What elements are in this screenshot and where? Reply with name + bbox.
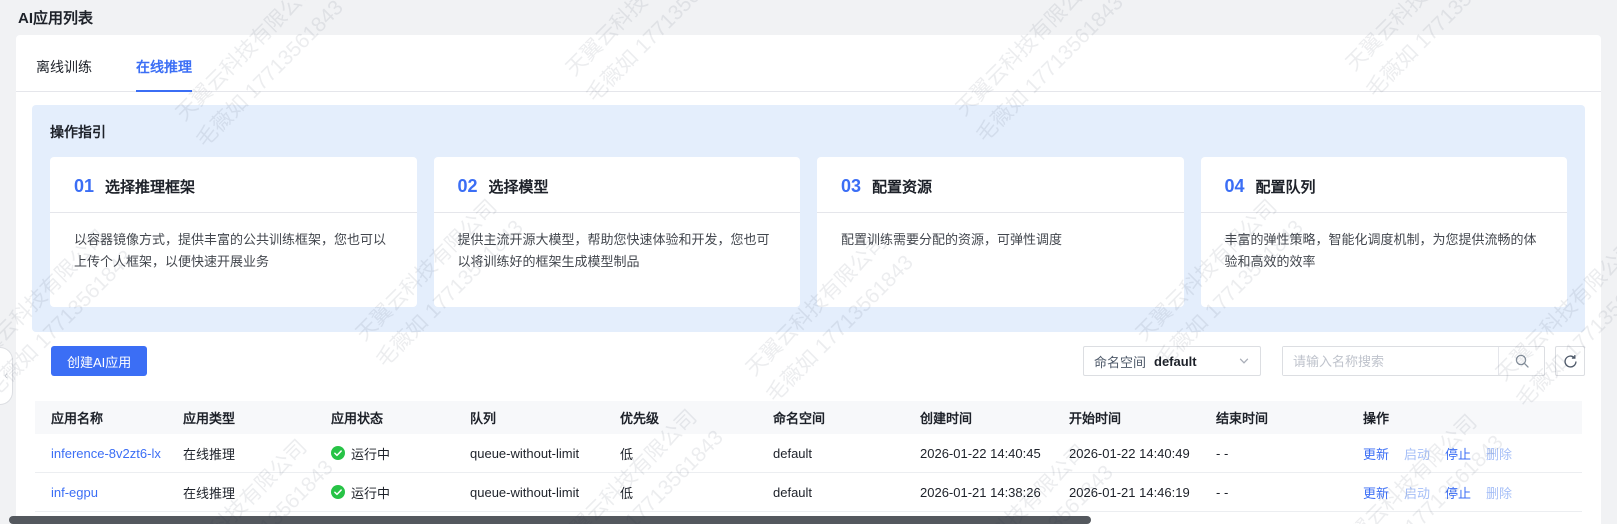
col-header-end-time: 结束时间 <box>1216 408 1363 427</box>
status-text: 运行中 <box>351 483 390 502</box>
col-header-queue: 队列 <box>470 408 620 427</box>
guide-card-3-header: 03 配置资源 <box>817 157 1184 213</box>
namespace-cell: default <box>773 485 920 500</box>
namespace-cell: default <box>773 446 920 461</box>
start-time-cell: 2026-01-21 14:46:19 <box>1069 485 1216 500</box>
start-time-cell: 2026-01-22 14:40:49 <box>1069 446 1216 461</box>
refresh-button[interactable] <box>1555 346 1585 376</box>
col-header-app-type: 应用类型 <box>183 408 331 427</box>
col-header-priority: 优先级 <box>620 408 773 427</box>
priority-cell: 低 <box>620 483 773 502</box>
guide-card-4-header: 04 配置队列 <box>1201 157 1568 213</box>
priority-cell: 低 <box>620 444 773 463</box>
operations-cell: 更新 启动 停止 删除 <box>1363 483 1582 502</box>
col-header-namespace: 命名空间 <box>773 408 920 427</box>
queue-cell: queue-without-limit <box>470 485 620 500</box>
chevron-down-icon <box>1238 355 1250 367</box>
status-running-icon <box>331 446 345 460</box>
guide-card-1: 01 选择推理框架 以容器镜像方式，提供丰富的公共训练框架，您也可以上传个人框架… <box>50 157 417 307</box>
guide-card-3: 03 配置资源 配置训练需要分配的资源，可弹性调度 <box>817 157 1184 307</box>
app-type-cell: 在线推理 <box>183 444 331 463</box>
namespace-select-label: 命名空间 <box>1094 352 1146 371</box>
delete-action[interactable]: 删除 <box>1486 483 1512 502</box>
guide-card-4-title: 配置队列 <box>1256 176 1316 197</box>
start-action[interactable]: 启动 <box>1404 483 1430 502</box>
app-type-cell: 在线推理 <box>183 483 331 502</box>
create-ai-app-button[interactable]: 创建AI应用 <box>51 346 147 376</box>
guide-card-1-title: 选择推理框架 <box>105 176 195 197</box>
guide-card-2-number: 02 <box>458 176 478 197</box>
guide-card-1-description: 以容器镜像方式，提供丰富的公共训练框架，您也可以上传个人框架，以便快速开展业务 <box>50 213 417 273</box>
operations-cell: 更新 启动 停止 删除 <box>1363 444 1582 463</box>
col-header-created-time: 创建时间 <box>920 408 1069 427</box>
tab-bar: 离线训练 在线推理 <box>16 35 1601 92</box>
page-title: AI应用列表 <box>18 7 93 28</box>
guide-card-2-header: 02 选择模型 <box>434 157 801 213</box>
table-row: inf-egpu 在线推理 运行中 queue-without-limit 低 … <box>35 473 1582 512</box>
end-time-cell: - - <box>1216 485 1363 500</box>
guide-title: 操作指引 <box>50 122 1567 142</box>
guide-card-2: 02 选择模型 提供主流开源大模型，帮助您快速体验和开发，您也可以将训练好的框架… <box>434 157 801 307</box>
guide-card-1-header: 01 选择推理框架 <box>50 157 417 213</box>
guide-card-2-title: 选择模型 <box>489 176 549 197</box>
created-time-cell: 2026-01-22 14:40:45 <box>920 446 1069 461</box>
guide-cards: 01 选择推理框架 以容器镜像方式，提供丰富的公共训练框架，您也可以上传个人框架… <box>50 157 1567 307</box>
status-running-icon <box>331 485 345 499</box>
guide-card-4: 04 配置队列 丰富的弹性策略，智能化调度机制，为您提供流畅的体验和高效的效率 <box>1201 157 1568 307</box>
col-header-app-name: 应用名称 <box>35 408 183 427</box>
col-header-app-status: 应用状态 <box>331 408 470 427</box>
stop-action[interactable]: 停止 <box>1445 483 1471 502</box>
queue-cell: queue-without-limit <box>470 446 620 461</box>
search-icon <box>1514 353 1530 369</box>
stop-action[interactable]: 停止 <box>1445 444 1471 463</box>
search-input[interactable] <box>1283 347 1498 375</box>
table-header-row: 应用名称 应用类型 应用状态 队列 优先级 命名空间 创建时间 开始时间 结束时… <box>35 401 1582 434</box>
app-status-cell: 运行中 <box>331 483 470 502</box>
guide-card-1-number: 01 <box>74 176 94 197</box>
col-header-start-time: 开始时间 <box>1069 408 1216 427</box>
search-box <box>1282 346 1545 376</box>
delete-action[interactable]: 删除 <box>1486 444 1512 463</box>
guide-card-2-description: 提供主流开源大模型，帮助您快速体验和开发，您也可以将训练好的框架生成模型制品 <box>434 213 801 273</box>
guide-card-4-description: 丰富的弹性策略，智能化调度机制，为您提供流畅的体验和高效的效率 <box>1201 213 1568 273</box>
start-action[interactable]: 启动 <box>1404 444 1430 463</box>
guide-card-4-number: 04 <box>1225 176 1245 197</box>
end-time-cell: - - <box>1216 446 1363 461</box>
refresh-icon <box>1563 354 1578 369</box>
update-action[interactable]: 更新 <box>1363 444 1389 463</box>
toolbar: 创建AI应用 命名空间 default <box>32 346 1585 376</box>
tab-online-inference[interactable]: 在线推理 <box>136 57 192 91</box>
search-button[interactable] <box>1498 347 1544 375</box>
tab-offline-training[interactable]: 离线训练 <box>36 57 92 91</box>
app-name-link[interactable]: inference-8v2zt6-lx <box>51 446 161 461</box>
namespace-select-value: default <box>1154 354 1238 369</box>
app-status-cell: 运行中 <box>331 444 470 463</box>
created-time-cell: 2026-01-21 14:38:26 <box>920 485 1069 500</box>
namespace-select[interactable]: 命名空间 default <box>1083 346 1261 376</box>
main-panel: 离线训练 在线推理 操作指引 01 选择推理框架 以容器镜像方式，提供丰富的公共… <box>16 35 1601 524</box>
update-action[interactable]: 更新 <box>1363 483 1389 502</box>
status-text: 运行中 <box>351 444 390 463</box>
horizontal-scrollbar-thumb[interactable] <box>9 516 1091 524</box>
guide-card-3-description: 配置训练需要分配的资源，可弹性调度 <box>817 213 1184 251</box>
horizontal-scrollbar <box>0 515 1617 524</box>
table-row: inference-8v2zt6-lx 在线推理 运行中 queue-witho… <box>35 434 1582 473</box>
applications-table: 应用名称 应用类型 应用状态 队列 优先级 命名空间 创建时间 开始时间 结束时… <box>35 401 1582 512</box>
sidebar-collapse-handle[interactable]: ‹ <box>0 347 13 405</box>
guide-panel: 操作指引 01 选择推理框架 以容器镜像方式，提供丰富的公共训练框架，您也可以上… <box>32 105 1585 332</box>
col-header-operations: 操作 <box>1363 408 1582 427</box>
app-name-link[interactable]: inf-egpu <box>51 485 98 500</box>
chevron-left-icon: ‹ <box>4 370 8 382</box>
guide-card-3-title: 配置资源 <box>872 176 932 197</box>
guide-card-3-number: 03 <box>841 176 861 197</box>
